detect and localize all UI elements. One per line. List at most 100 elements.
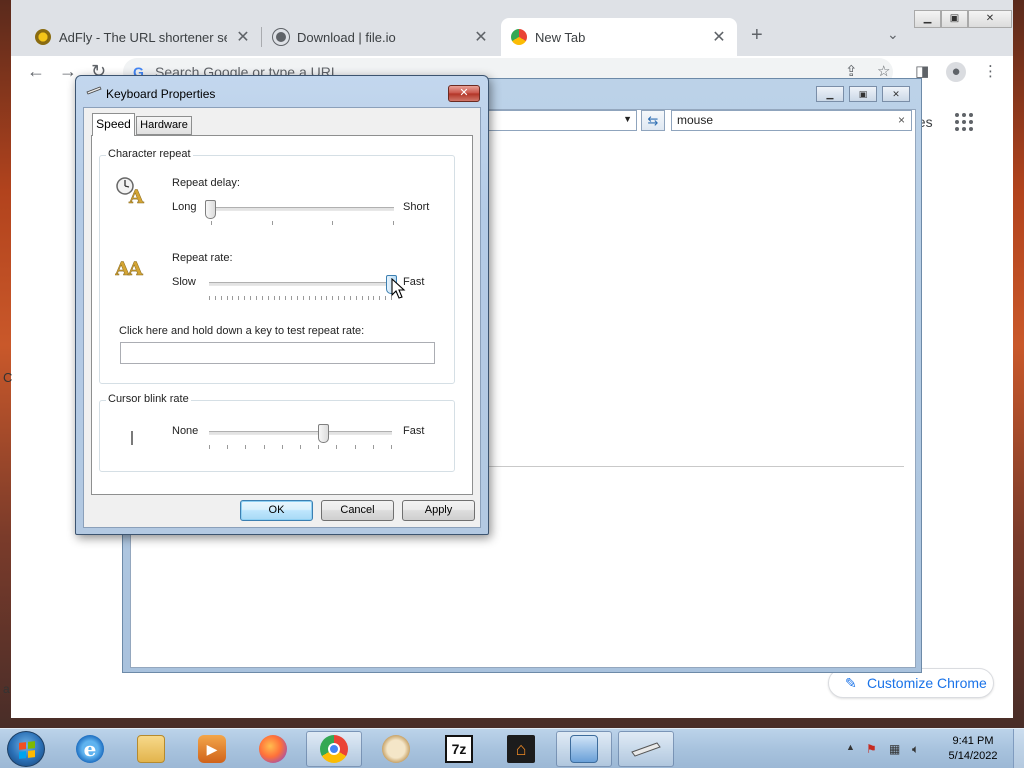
repeat-delay-slider[interactable] — [205, 200, 216, 219]
repeat-rate-ticks — [209, 296, 392, 300]
dialog-close-button[interactable]: ✕ — [448, 85, 480, 102]
taskbar-control-panel[interactable] — [556, 731, 612, 767]
cancel-button[interactable]: Cancel — [321, 500, 394, 521]
cursor-blink-min-label: None — [172, 425, 199, 437]
tab-search-button[interactable]: ⌄ — [887, 26, 899, 43]
repeat-delay-icon: A — [116, 177, 144, 205]
cp-minimize-button[interactable]: ▁ — [816, 86, 844, 102]
minimize-button[interactable]: ▁ — [914, 10, 941, 28]
cursor-blink-max-label: Fast — [403, 425, 425, 437]
keyboard-icon — [631, 742, 661, 757]
slider-tick — [209, 445, 210, 449]
speed-tab-page: Character repeat A Repeat delay: Long Sh… — [91, 135, 473, 495]
slider-tick — [385, 296, 386, 300]
tab-hardware[interactable]: Hardware — [136, 116, 192, 135]
tab-close-icon[interactable]: ✕ — [235, 27, 251, 47]
chrome-icon — [511, 29, 527, 45]
taskbar-internet-explorer[interactable]: e — [62, 731, 118, 767]
test-repeat-label: Click here and hold down a key to test r… — [119, 325, 365, 337]
internet-explorer-icon: e — [76, 735, 104, 763]
new-tab-button[interactable]: + — [751, 24, 763, 47]
group-label: Cursor blink rate — [106, 393, 191, 405]
taskbar: e ▶ 7z ⌂ ▲ ⚑ ▦ 🔈︎ 9:41 PM 5/14/2022 — [0, 728, 1024, 768]
tab-speed[interactable]: Speed — [92, 113, 135, 136]
slider-tick — [356, 296, 357, 300]
taskbar-paint[interactable] — [368, 731, 424, 767]
repeat-delay-track — [211, 207, 394, 211]
slider-tick — [244, 296, 245, 300]
cursor-blink-track — [209, 431, 392, 435]
7zip-icon: 7z — [445, 735, 473, 763]
slider-tick — [326, 296, 327, 300]
slider-tick — [274, 296, 275, 300]
desktop-edge-text: a — [3, 682, 10, 696]
repeat-rate-icon: A A — [115, 258, 143, 280]
tab-title: AdFly - The URL shortener service — [59, 29, 227, 45]
tab-close-icon[interactable]: ✕ — [473, 27, 489, 47]
taskbar-home[interactable]: ⌂ — [493, 731, 549, 767]
slider-tick — [297, 296, 298, 300]
dialog-body: Speed Hardware Character repeat A Repeat… — [83, 107, 481, 528]
tab-separator — [261, 27, 262, 47]
start-button[interactable] — [7, 731, 45, 767]
taskbar-firefox[interactable] — [245, 731, 301, 767]
show-desktop-button[interactable] — [1013, 729, 1024, 768]
slider-tick — [344, 296, 345, 300]
cp-close-button[interactable]: ✕ — [882, 86, 910, 102]
cp-search-input[interactable]: mouse × — [671, 110, 912, 131]
customize-label: Customize Chrome — [867, 675, 987, 691]
slider-tick — [272, 221, 273, 225]
dialog-title: Keyboard Properties — [106, 87, 216, 101]
slider-tick — [350, 296, 351, 300]
menu-kebab-icon[interactable]: ⋮ — [983, 62, 998, 80]
paint-palette-icon — [382, 735, 410, 763]
keyboard-properties-dialog: Keyboard Properties ✕ Speed Hardware Cha… — [75, 75, 489, 535]
chevron-down-icon[interactable]: ▼ — [623, 114, 632, 124]
action-center-icon[interactable]: ⚑ — [866, 742, 877, 756]
refresh-icon[interactable]: ⇆ — [641, 110, 665, 131]
slider-tick — [238, 296, 239, 300]
control-panel-icon — [570, 735, 598, 763]
slider-tick — [303, 296, 304, 300]
pencil-icon: ✎ — [845, 675, 857, 691]
tab-adfly[interactable]: AdFly - The URL shortener service ✕ — [25, 18, 261, 56]
back-icon[interactable]: ← — [27, 61, 45, 82]
network-icon[interactable]: ▦ — [889, 742, 900, 756]
maximize-button[interactable]: ▣ — [941, 10, 968, 28]
slider-tick — [250, 296, 251, 300]
taskbar-7zip[interactable]: 7z — [431, 731, 487, 767]
tab-new-tab[interactable]: New Tab ✕ — [501, 18, 737, 56]
cursor-blink-slider[interactable] — [318, 424, 329, 443]
slider-tick — [362, 296, 363, 300]
clear-search-icon[interactable]: × — [898, 111, 905, 130]
repeat-rate-min-label: Slow — [172, 276, 196, 288]
taskbar-media-player[interactable]: ▶ — [184, 731, 240, 767]
taskbar-chrome[interactable] — [306, 731, 362, 767]
taskbar-keyboard[interactable] — [618, 731, 674, 767]
slider-tick — [209, 296, 210, 300]
slider-tick — [227, 296, 228, 300]
repeat-delay-label: Repeat delay: — [172, 177, 240, 189]
slider-tick — [373, 445, 374, 449]
test-repeat-input[interactable] — [120, 342, 435, 364]
volume-icon[interactable]: 🔈︎ — [912, 742, 919, 757]
slider-tick — [256, 296, 257, 300]
slider-tick — [379, 296, 380, 300]
windows-logo-icon — [19, 741, 35, 759]
media-player-icon: ▶ — [198, 735, 226, 763]
slider-tick — [227, 445, 228, 449]
cp-maximize-button[interactable]: ▣ — [849, 86, 877, 102]
profile-avatar-icon[interactable]: ● — [946, 62, 966, 82]
clock-time: 9:41 PM — [952, 735, 994, 747]
ok-button[interactable]: OK — [240, 500, 313, 521]
slider-tick — [285, 296, 286, 300]
apply-button[interactable]: Apply — [402, 500, 475, 521]
tab-close-icon[interactable]: ✕ — [711, 27, 727, 47]
tab-fileio[interactable]: Download | file.io ✕ — [263, 18, 499, 56]
apps-grid-icon[interactable] — [955, 113, 973, 131]
system-clock[interactable]: 9:41 PM 5/14/2022 — [938, 734, 1008, 764]
taskbar-explorer[interactable] — [123, 731, 179, 767]
show-hidden-icons[interactable]: ▲ — [846, 742, 855, 752]
cp-address-bar[interactable]: ▼ — [488, 110, 637, 131]
close-window-button[interactable]: ✕ — [968, 10, 1012, 28]
